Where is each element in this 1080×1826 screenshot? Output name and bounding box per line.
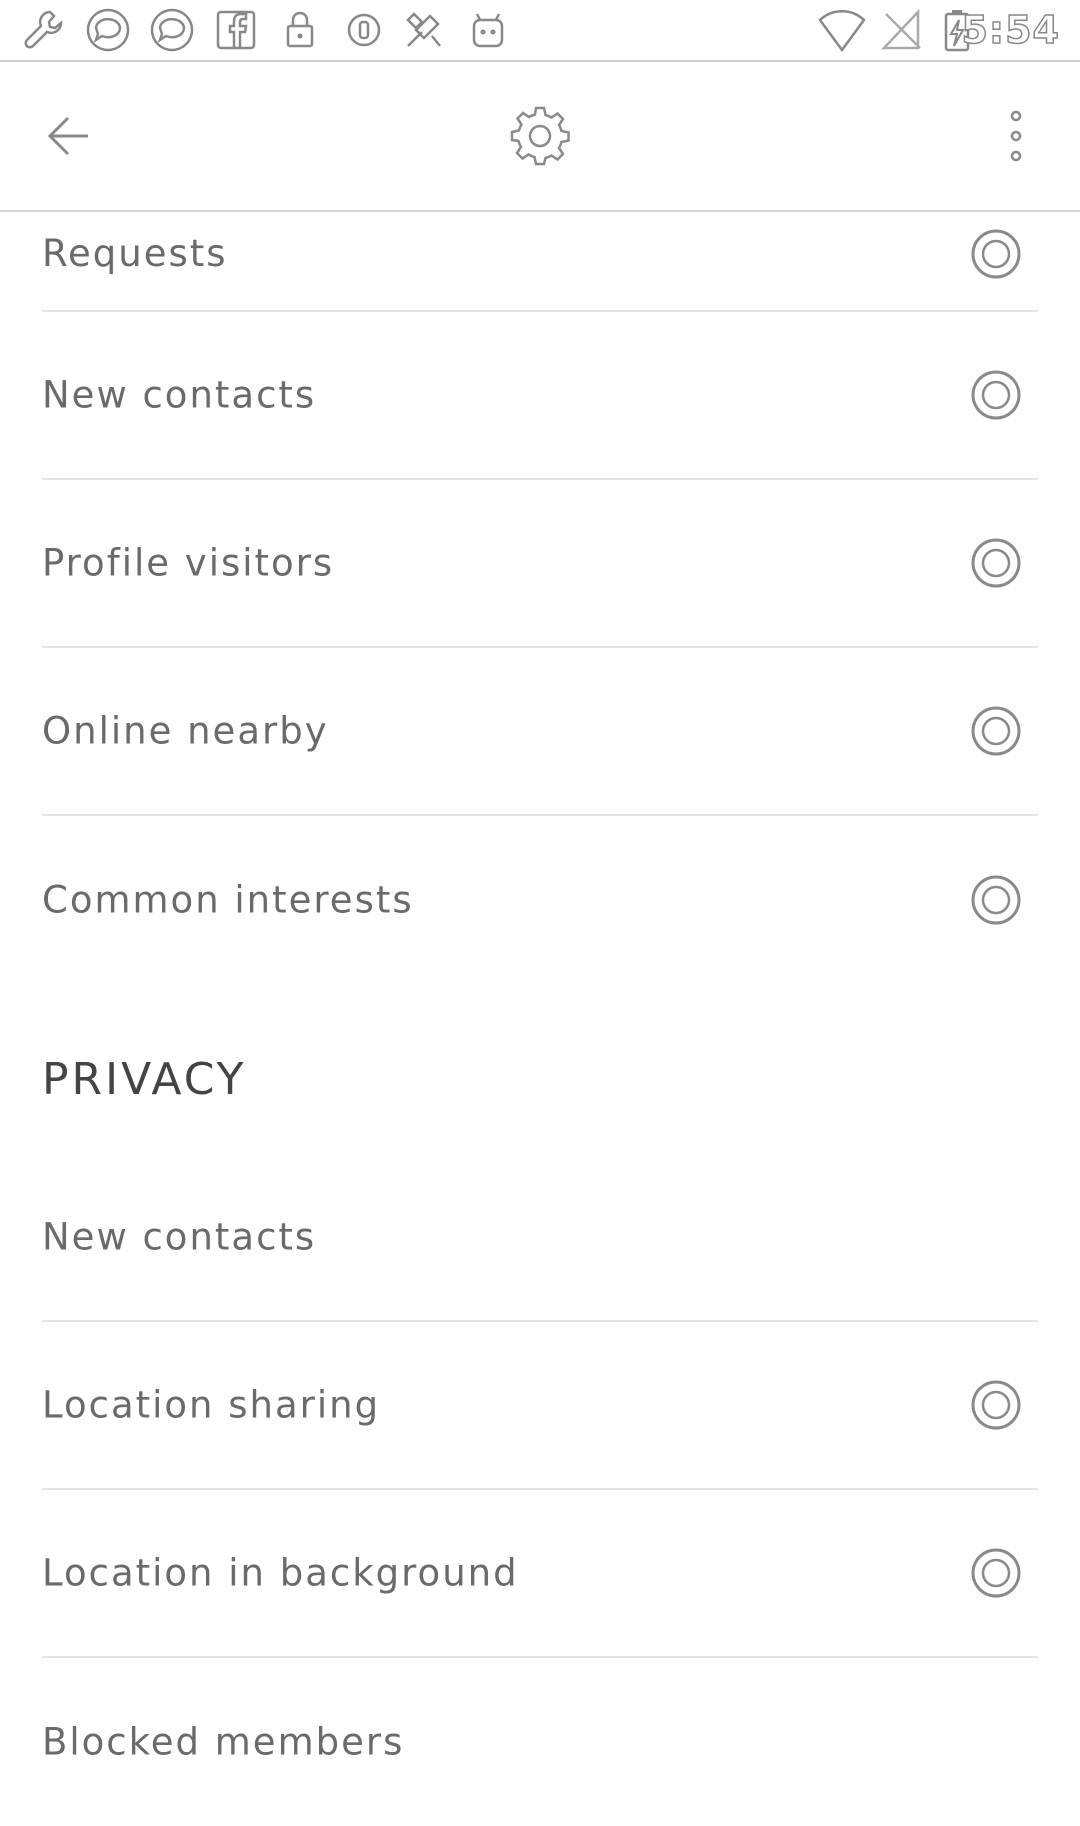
list-item[interactable]: Blocked members: [42, 1658, 1038, 1826]
settings-list: Requests New contacts Profile visitors O…: [0, 212, 1080, 1826]
radio-icon[interactable]: [970, 705, 1022, 757]
android-icon: [464, 6, 512, 54]
no-signal-icon: [878, 6, 926, 54]
wrench-icon: [20, 6, 68, 54]
list-item[interactable]: Location in background: [42, 1490, 1038, 1658]
app-icon: [400, 6, 448, 54]
list-item-label: Location sharing: [42, 1383, 381, 1427]
list-item-label: Location in background: [42, 1551, 519, 1595]
list-item[interactable]: New contacts: [42, 312, 1038, 480]
radio-icon[interactable]: [970, 537, 1022, 589]
facebook-icon: [212, 6, 260, 54]
list-item-label: Online nearby: [42, 709, 329, 753]
list-item-label: Requests: [42, 232, 228, 275]
wifi-icon: [818, 6, 866, 54]
back-arrow-icon[interactable]: [42, 108, 102, 164]
lock-icon: [276, 6, 324, 54]
list-item-label: New contacts: [42, 1215, 317, 1259]
status-time: 5:54: [961, 7, 1060, 53]
section-header-privacy: PRIVACY: [42, 984, 1038, 1154]
list-item[interactable]: Profile visitors: [42, 480, 1038, 648]
gear-icon: [508, 104, 572, 168]
list-item[interactable]: Requests: [42, 212, 1038, 312]
list-item[interactable]: Common interests: [42, 816, 1038, 984]
radio-icon[interactable]: [970, 369, 1022, 421]
radio-icon[interactable]: [970, 1547, 1022, 1599]
radio-icon[interactable]: [970, 874, 1022, 926]
section-title: PRIVACY: [42, 1054, 247, 1105]
list-item-label: Common interests: [42, 878, 414, 922]
toolbar: [0, 62, 1080, 212]
list-item[interactable]: Online nearby: [42, 648, 1038, 816]
radio-icon[interactable]: [970, 228, 1022, 280]
status-bar: 5:54: [0, 0, 1080, 62]
list-item-label: Blocked members: [42, 1720, 405, 1764]
chat-icon: [148, 6, 196, 54]
list-item-label: New contacts: [42, 373, 317, 417]
chat-icon: [84, 6, 132, 54]
list-item[interactable]: Location sharing: [42, 1322, 1038, 1490]
list-item[interactable]: New contacts: [42, 1154, 1038, 1322]
radio-icon[interactable]: [970, 1379, 1022, 1431]
circle-icon: [340, 6, 388, 54]
list-item-label: Profile visitors: [42, 541, 335, 585]
more-vert-icon[interactable]: [996, 106, 1036, 166]
